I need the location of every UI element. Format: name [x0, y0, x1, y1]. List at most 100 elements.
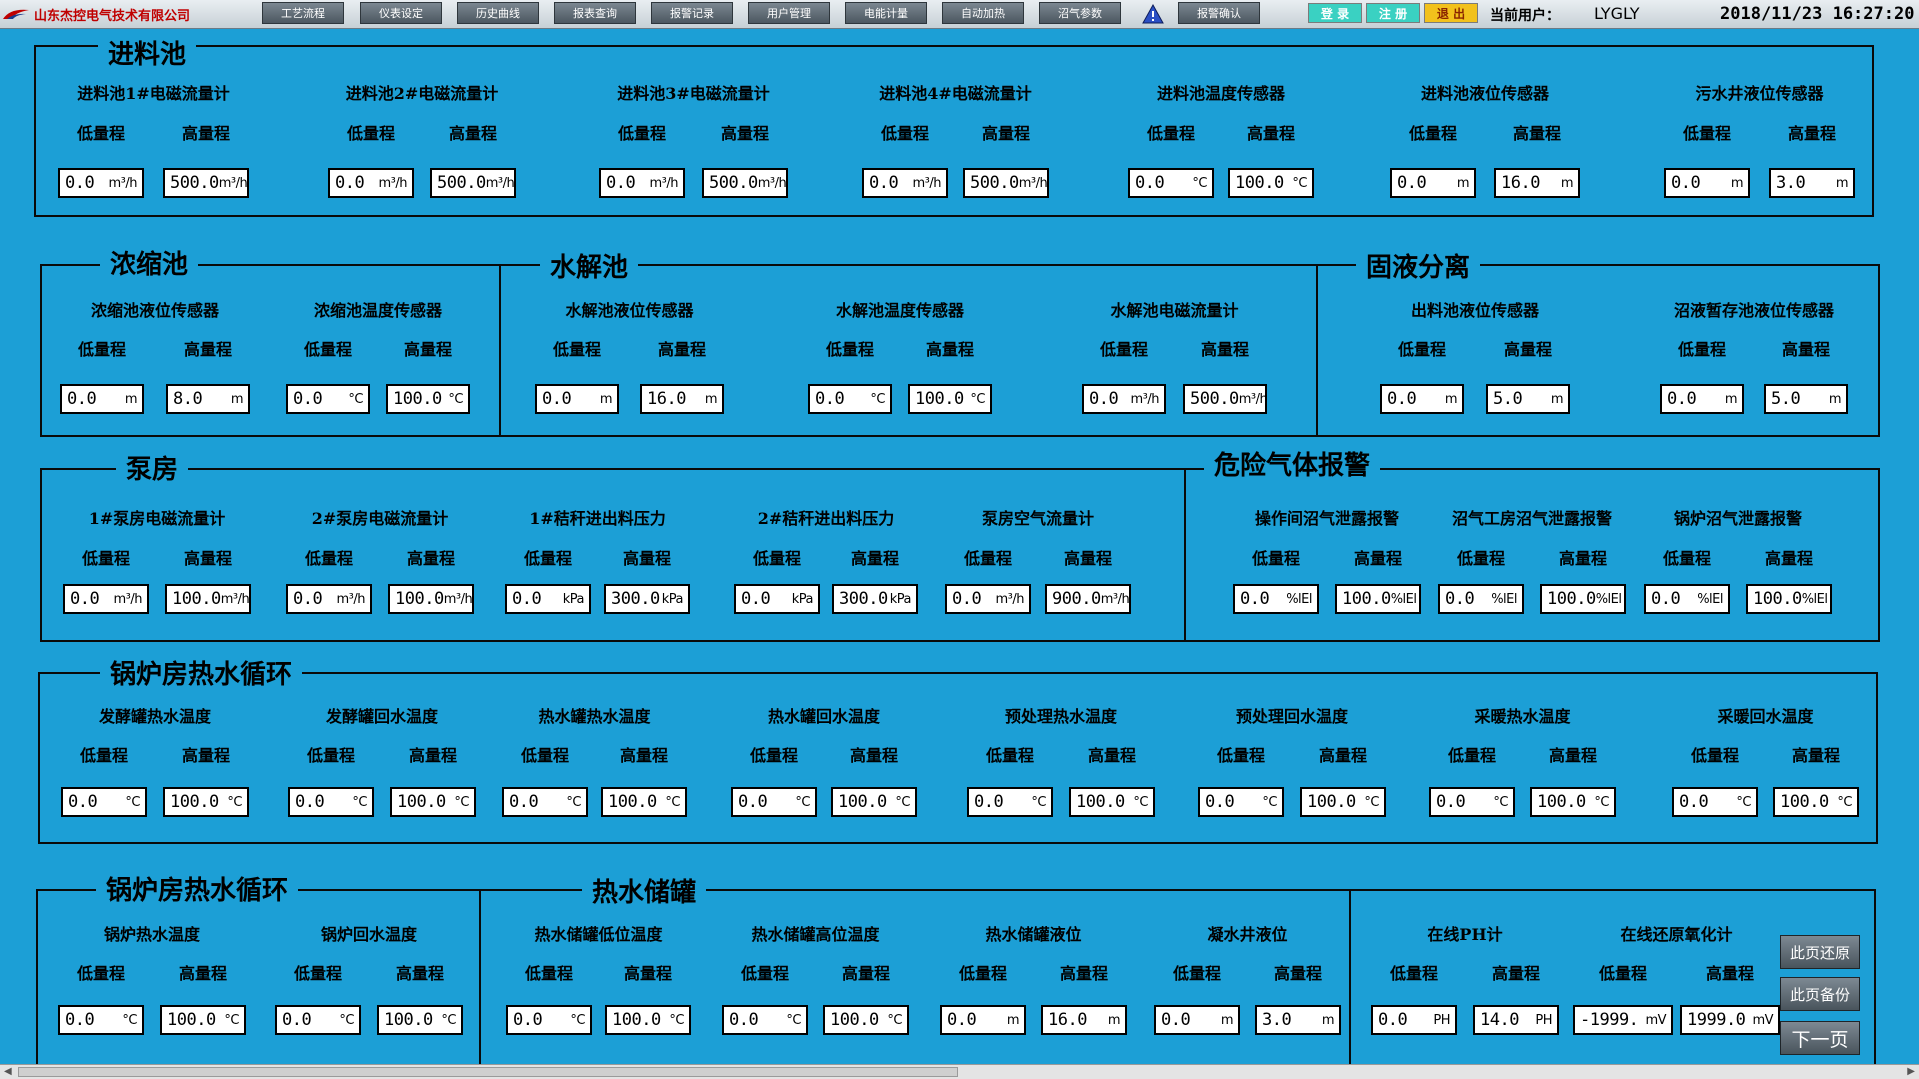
- high-range-input[interactable]: 500.0 m³/h: [1183, 384, 1268, 414]
- sensor-name: 2#泵房电磁流量计: [311, 509, 449, 528]
- nav-process-flow[interactable]: 工艺流程: [262, 2, 344, 24]
- high-range-input[interactable]: 100.0 °C: [377, 1005, 463, 1035]
- low-range-input[interactable]: 0.0 m³/h: [945, 584, 1031, 614]
- high-range-input[interactable]: 100.0 °C: [908, 384, 992, 414]
- register-button[interactable]: 注 册: [1366, 3, 1420, 23]
- low-range-input[interactable]: 0.0 %lEl: [1438, 584, 1524, 614]
- low-range-input[interactable]: 0.0 °C: [58, 1005, 144, 1035]
- high-range-input[interactable]: 500.0 m³/h: [963, 168, 1049, 198]
- low-range-input[interactable]: 0.0 m³/h: [58, 168, 144, 198]
- low-range-input[interactable]: 0.0 m: [1380, 384, 1464, 414]
- low-range-input[interactable]: 0.0 %lEl: [1233, 584, 1319, 614]
- high-range-input[interactable]: 100.0 m³/h: [165, 584, 251, 614]
- high-range-input[interactable]: 3.0 m: [1255, 1005, 1341, 1035]
- scrollbar-thumb[interactable]: [18, 1067, 958, 1077]
- high-range-input[interactable]: 100.0 °C: [605, 1005, 691, 1035]
- low-range-input[interactable]: 0.0 °C: [502, 787, 588, 817]
- high-range-input[interactable]: 16.0 m: [640, 384, 724, 414]
- horizontal-scrollbar[interactable]: ◀ ▶: [0, 1064, 1919, 1079]
- high-range-input[interactable]: 500.0 m³/h: [702, 168, 788, 198]
- scroll-right-arrow-icon[interactable]: ▶: [1907, 1066, 1915, 1077]
- low-range-input[interactable]: 0.0 °C: [1198, 787, 1284, 817]
- high-range-input[interactable]: 500.0 m³/h: [163, 168, 249, 198]
- high-range-input[interactable]: 3.0 m: [1769, 168, 1855, 198]
- high-range-input[interactable]: 100.0 °C: [831, 787, 917, 817]
- low-range-input[interactable]: 0.0 m: [1390, 168, 1476, 198]
- low-range-input[interactable]: 0.0 °C: [61, 787, 147, 817]
- high-range-input[interactable]: 100.0 °C: [160, 1005, 246, 1035]
- nav-report-query[interactable]: 报表查询: [554, 2, 636, 24]
- low-range-input[interactable]: 0.0 °C: [286, 384, 370, 414]
- high-range-input[interactable]: 100.0 °C: [386, 384, 470, 414]
- high-range-input[interactable]: 5.0 m: [1486, 384, 1570, 414]
- high-range-input[interactable]: 14.0 PH: [1473, 1005, 1559, 1035]
- low-range-input[interactable]: 0.0 kPa: [505, 584, 591, 614]
- restore-page-button[interactable]: 此页还原: [1780, 935, 1860, 969]
- high-range-input[interactable]: 1999.0 mV: [1680, 1005, 1780, 1035]
- nav-history-curve[interactable]: 历史曲线: [457, 2, 539, 24]
- low-range-input[interactable]: 0.0 m: [940, 1005, 1026, 1035]
- low-range-input[interactable]: 0.0 m: [535, 384, 619, 414]
- nav-user-management[interactable]: 用户管理: [748, 2, 830, 24]
- low-range-input[interactable]: 0.0 kPa: [734, 584, 820, 614]
- low-range-input[interactable]: 0.0 °C: [1128, 168, 1214, 198]
- low-range-input[interactable]: 0.0 m³/h: [63, 584, 149, 614]
- high-range-input[interactable]: 100.0 °C: [1773, 787, 1859, 817]
- high-range-input[interactable]: 500.0 m³/h: [430, 168, 516, 198]
- nav-biogas-params[interactable]: 沼气参数: [1039, 2, 1121, 24]
- high-range-input[interactable]: 100.0 °C: [1300, 787, 1386, 817]
- low-range-input[interactable]: 0.0 °C: [1672, 787, 1758, 817]
- high-range-input[interactable]: 100.0 %lEl: [1335, 584, 1421, 614]
- high-range-input[interactable]: 100.0 °C: [1530, 787, 1616, 817]
- low-range-input[interactable]: 0.0 m³/h: [862, 168, 948, 198]
- next-page-button[interactable]: 下一页: [1780, 1021, 1860, 1055]
- low-range-input[interactable]: 0.0 °C: [275, 1005, 361, 1035]
- high-range-input[interactable]: 300.0 kPa: [604, 584, 690, 614]
- low-range-input[interactable]: 0.0 m³/h: [599, 168, 685, 198]
- high-range-input[interactable]: 16.0 m: [1041, 1005, 1127, 1035]
- high-range-input[interactable]: 8.0 m: [166, 384, 250, 414]
- nav-instrument-settings[interactable]: 仪表设定: [360, 2, 442, 24]
- low-range-input[interactable]: 0.0 °C: [506, 1005, 592, 1035]
- low-range-input[interactable]: 0.0 °C: [722, 1005, 808, 1035]
- low-range-label: 低量程: [346, 124, 396, 143]
- low-range-input[interactable]: 0.0 m: [60, 384, 144, 414]
- low-range-input[interactable]: 0.0 °C: [808, 384, 892, 414]
- low-range-input[interactable]: 0.0 m: [1664, 168, 1750, 198]
- low-range-input[interactable]: 0.0 m: [1154, 1005, 1240, 1035]
- high-range-input[interactable]: 300.0 kPa: [832, 584, 918, 614]
- high-range-input[interactable]: 100.0 %lEl: [1746, 584, 1832, 614]
- high-range-input[interactable]: 900.0 m³/h: [1045, 584, 1131, 614]
- high-range-input[interactable]: 100.0 m³/h: [388, 584, 474, 614]
- nav-alarm-confirm[interactable]: 报警确认: [1178, 2, 1260, 24]
- scroll-left-arrow-icon[interactable]: ◀: [4, 1066, 12, 1077]
- low-range-input[interactable]: 0.0 m³/h: [328, 168, 414, 198]
- nav-alarm-records[interactable]: 报警记录: [651, 2, 733, 24]
- low-range-input[interactable]: 0.0 °C: [1429, 787, 1515, 817]
- low-range-input[interactable]: 0.0 %lEl: [1644, 584, 1730, 614]
- low-range-input[interactable]: 0.0 m³/h: [1082, 384, 1166, 414]
- low-range-input[interactable]: 0.0 °C: [731, 787, 817, 817]
- high-range-input[interactable]: 100.0 %lEl: [1540, 584, 1626, 614]
- high-range-input[interactable]: 16.0 m: [1494, 168, 1580, 198]
- high-range-input[interactable]: 5.0 m: [1764, 384, 1848, 414]
- high-range-input[interactable]: 100.0 °C: [1228, 168, 1314, 198]
- nav-auto-heating[interactable]: 自动加热: [942, 2, 1024, 24]
- high-range-value: 16.0: [647, 389, 686, 409]
- login-button[interactable]: 登 录: [1308, 3, 1362, 23]
- logout-button[interactable]: 退 出: [1424, 3, 1478, 23]
- high-range-input[interactable]: 100.0 °C: [163, 787, 249, 817]
- low-range-input[interactable]: 0.0 m: [1660, 384, 1744, 414]
- warning-triangle-icon[interactable]: [1142, 4, 1164, 24]
- high-range-input[interactable]: 100.0 °C: [1069, 787, 1155, 817]
- backup-page-button[interactable]: 此页备份: [1780, 977, 1860, 1011]
- high-range-input[interactable]: 100.0 °C: [390, 787, 476, 817]
- low-range-input[interactable]: 0.0 PH: [1371, 1005, 1457, 1035]
- low-range-input[interactable]: 0.0 °C: [967, 787, 1053, 817]
- low-range-input[interactable]: 0.0 m³/h: [286, 584, 372, 614]
- high-range-input[interactable]: 100.0 °C: [601, 787, 687, 817]
- low-range-input[interactable]: -1999. mV: [1573, 1005, 1673, 1035]
- nav-energy-metering[interactable]: 电能计量: [845, 2, 927, 24]
- high-range-input[interactable]: 100.0 °C: [823, 1005, 909, 1035]
- low-range-input[interactable]: 0.0 °C: [288, 787, 374, 817]
